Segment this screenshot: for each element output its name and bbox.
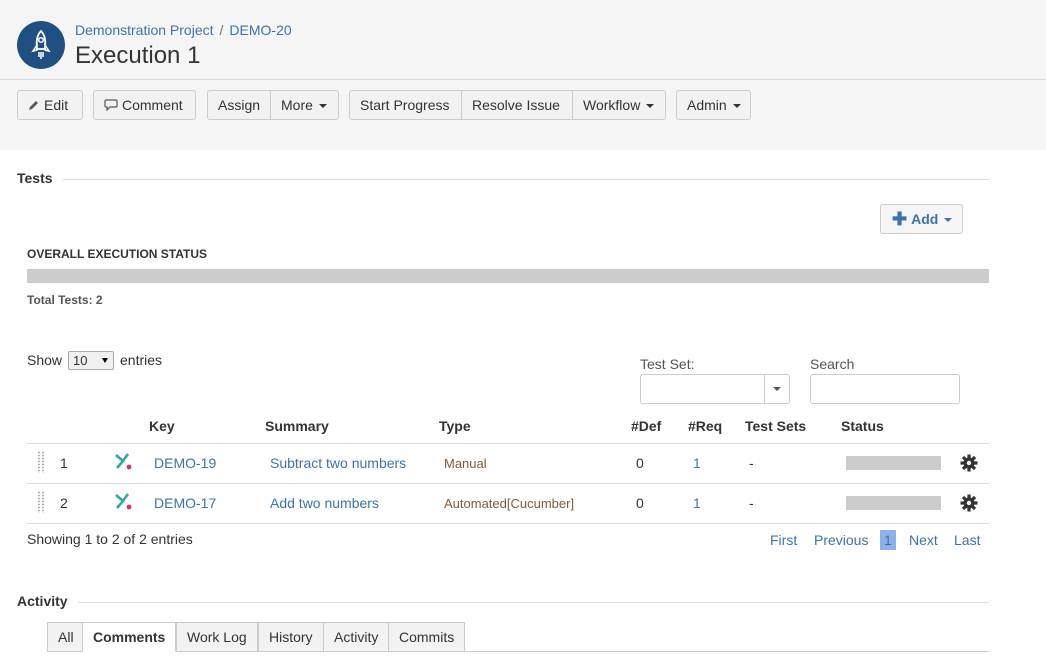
column-header-status[interactable]: Status — [841, 418, 884, 434]
breadcrumb: Demonstration Project / DEMO-20 — [75, 22, 292, 38]
test-set-label: Test Set: — [640, 356, 695, 372]
pager-last[interactable]: Last — [954, 532, 980, 548]
chevron-down-icon — [318, 104, 327, 109]
test-rank: 2 — [60, 495, 68, 511]
test-summary-link[interactable]: Subtract two numbers — [270, 455, 406, 471]
table-header-divider — [27, 443, 989, 444]
dropdown-arrow-icon — [102, 358, 108, 363]
table-info: Showing 1 to 2 of 2 entries — [27, 531, 193, 547]
edit-label: Edit — [44, 97, 69, 113]
chevron-down-icon — [773, 387, 781, 391]
test-sets-value: - — [749, 455, 754, 471]
drag-handle-icon[interactable] — [37, 491, 45, 513]
comment-button[interactable]: Comment — [93, 90, 196, 120]
test-type: Automated[Cucumber] — [444, 496, 575, 511]
column-header-type[interactable]: Type — [439, 418, 471, 434]
test-status-bar — [846, 456, 941, 470]
pencil-icon — [29, 101, 38, 110]
comment-label: Comment — [122, 97, 183, 113]
pager-next[interactable]: Next — [909, 532, 938, 548]
activity-section-title[interactable]: Activity — [17, 593, 68, 609]
pager-current[interactable]: 1 — [880, 530, 896, 550]
xray-test-icon — [115, 453, 132, 470]
total-tests: Total Tests: 2 — [27, 293, 103, 307]
pager-previous[interactable]: Previous — [814, 532, 868, 548]
gear-icon[interactable] — [960, 494, 978, 512]
add-test-button[interactable]: ✚ Add — [880, 204, 963, 234]
resolve-issue-button[interactable]: Resolve Issue — [462, 90, 573, 120]
admin-label: Admin — [687, 97, 727, 113]
test-key-link[interactable]: DEMO-17 — [154, 495, 216, 511]
workflow-button[interactable]: Workflow — [573, 90, 666, 120]
page-length-select[interactable]: 10 — [68, 351, 114, 370]
test-summary-link[interactable]: Add two numbers — [270, 495, 379, 511]
select-divider — [764, 375, 765, 403]
rocket-icon — [31, 29, 51, 59]
chevron-down-icon — [732, 104, 741, 109]
column-header-def[interactable]: #Def — [631, 418, 661, 434]
column-header-key[interactable]: Key — [149, 418, 175, 434]
overall-execution-status-bar — [27, 269, 989, 283]
breadcrumb-project-link[interactable]: Demonstration Project — [75, 22, 214, 38]
tab-all[interactable]: All — [47, 622, 85, 652]
start-progress-button[interactable]: Start Progress — [349, 90, 462, 120]
table-bottom-divider — [27, 523, 989, 524]
table-row-divider — [27, 483, 989, 484]
chevron-down-icon — [646, 104, 655, 109]
page-title: Execution 1 — [75, 42, 201, 69]
test-requirements-link[interactable]: 1 — [693, 455, 701, 471]
edit-button[interactable]: Edit — [17, 90, 83, 120]
test-type: Manual — [444, 456, 487, 471]
xray-test-icon — [115, 493, 132, 510]
test-status-bar — [846, 496, 941, 510]
test-sets-value: - — [749, 495, 754, 511]
tests-section-title[interactable]: Tests — [17, 170, 53, 186]
tab-activity[interactable]: Activity — [323, 622, 390, 652]
tab-comments[interactable]: Comments — [82, 622, 177, 652]
tab-work-log[interactable]: Work Log — [176, 622, 258, 652]
speech-bubble-icon — [104, 99, 118, 112]
page-length-value: 10 — [73, 353, 88, 368]
column-header-summary[interactable]: Summary — [265, 418, 329, 434]
workflow-label: Workflow — [583, 97, 641, 113]
overall-execution-status-label: OVERALL EXECUTION STATUS — [27, 247, 208, 261]
tab-commits[interactable]: Commits — [388, 622, 466, 652]
show-label: Show — [27, 352, 63, 368]
tests-section-divider — [63, 179, 989, 180]
drag-handle-icon[interactable] — [37, 451, 45, 473]
tab-history[interactable]: History — [258, 622, 324, 652]
more-label: More — [281, 97, 313, 113]
more-button[interactable]: More — [271, 90, 339, 120]
entries-label: entries — [120, 352, 163, 368]
gear-icon[interactable] — [960, 454, 978, 472]
column-header-test-sets[interactable]: Test Sets — [745, 418, 806, 434]
test-defects-count: 0 — [636, 495, 644, 511]
column-header-req[interactable]: #Req — [688, 418, 722, 434]
admin-button[interactable]: Admin — [676, 90, 751, 120]
breadcrumb-separator: / — [219, 22, 224, 38]
add-label: Add — [911, 211, 939, 227]
test-defects-count: 0 — [636, 455, 644, 471]
test-set-select[interactable] — [640, 374, 790, 404]
search-input[interactable] — [810, 374, 960, 404]
plus-icon: ✚ — [892, 209, 908, 229]
test-key-link[interactable]: DEMO-19 — [154, 455, 216, 471]
test-requirements-link[interactable]: 1 — [693, 495, 701, 511]
test-rank: 1 — [60, 455, 68, 471]
assign-button[interactable]: Assign — [207, 90, 271, 120]
chevron-down-icon — [944, 218, 953, 223]
pager-first[interactable]: First — [770, 532, 797, 548]
search-label: Search — [810, 356, 855, 372]
breadcrumb-issue-link[interactable]: DEMO-20 — [229, 22, 291, 38]
activity-section-divider — [78, 602, 989, 603]
project-avatar[interactable] — [17, 21, 65, 69]
